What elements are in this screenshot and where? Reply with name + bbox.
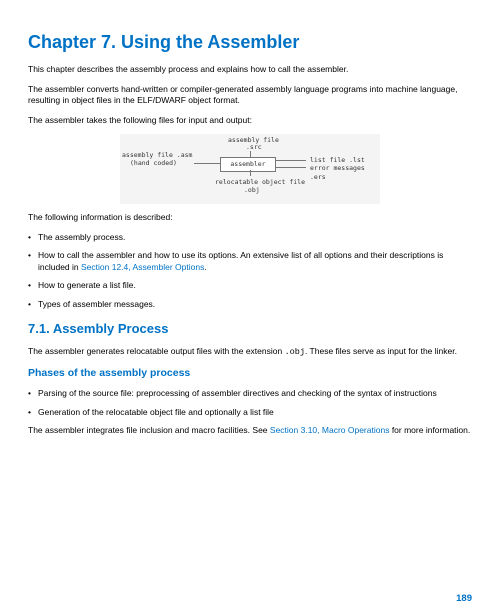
- list-item-text-tail: .: [204, 262, 206, 272]
- para-text: The assembler integrates file inclusion …: [28, 425, 270, 435]
- diagram-arrow-left: [194, 163, 220, 164]
- para-text-tail: for more information.: [389, 425, 470, 435]
- list-item: How to call the assembler and how to use…: [28, 250, 472, 273]
- diagram-label-bottom1: relocatable object file: [215, 178, 305, 187]
- para-text: The assembler generates relocatable outp…: [28, 346, 285, 356]
- diagram-label-left2: (hand coded): [130, 159, 177, 168]
- intro-para-2: The assembler converts hand-written or c…: [28, 84, 472, 107]
- assembler-diagram: assembly file .src assembly file .asm (h…: [120, 134, 380, 204]
- para-text-tail: . These files serve as input for the lin…: [305, 346, 457, 356]
- link-assembler-options[interactable]: Section 12.4, Assembler Options: [81, 262, 204, 272]
- link-macro-operations[interactable]: Section 3.10, Macro Operations: [270, 425, 390, 435]
- list-item: Generation of the relocatable object fil…: [28, 407, 472, 418]
- diagram-label-bottom2: .obj: [244, 186, 260, 195]
- diagram-label-top2: .src: [246, 143, 262, 152]
- subsection-title-phases: Phases of the assembly process: [28, 366, 472, 380]
- diagram-arrow-top: [250, 151, 251, 157]
- list-item: Parsing of the source file: preprocessin…: [28, 388, 472, 399]
- diagram-box-assembler: assembler: [220, 157, 276, 172]
- intro-para-1: This chapter describes the assembly proc…: [28, 64, 472, 75]
- diagram-arrow-right1: [276, 160, 306, 161]
- info-list: The assembly process. How to call the as…: [28, 232, 472, 310]
- para-following-info: The following information is described:: [28, 212, 472, 223]
- para-macro-facilities: The assembler integrates file inclusion …: [28, 425, 472, 436]
- diagram-arrow-bottom: [250, 170, 251, 176]
- list-item: The assembly process.: [28, 232, 472, 243]
- chapter-title: Chapter 7. Using the Assembler: [28, 30, 472, 54]
- diagram-arrow-right2: [276, 167, 306, 168]
- list-item: Types of assembler messages.: [28, 299, 472, 310]
- diagram-label-right2: error messages .ers: [310, 164, 380, 182]
- phases-list: Parsing of the source file: preprocessin…: [28, 388, 472, 418]
- intro-para-3: The assembler takes the following files …: [28, 115, 472, 126]
- list-item: How to generate a list file.: [28, 280, 472, 291]
- para-assembly-process: The assembler generates relocatable outp…: [28, 346, 472, 358]
- page-number: 189: [456, 593, 472, 606]
- code-obj-extension: .obj: [285, 347, 305, 357]
- section-title-assembly-process: 7.1. Assembly Process: [28, 320, 472, 338]
